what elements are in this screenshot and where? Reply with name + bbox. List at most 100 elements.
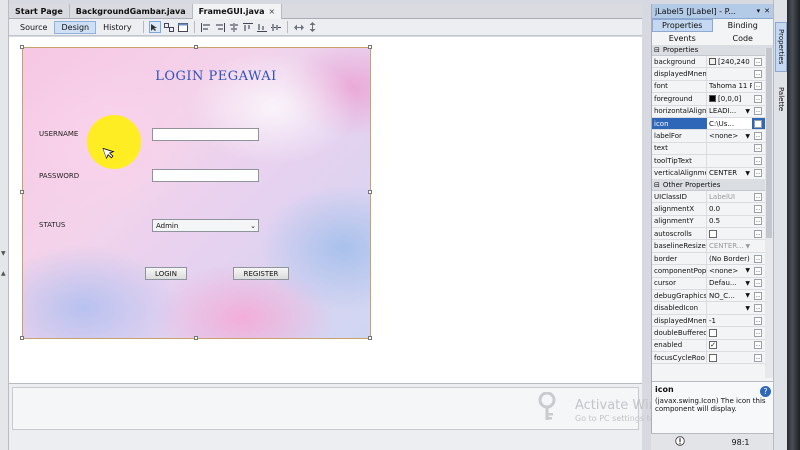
ellipsis-button[interactable]: … bbox=[754, 156, 762, 165]
close-icon[interactable]: × bbox=[269, 7, 276, 16]
jframe-form[interactable]: LOGIN PEGAWAI USERNAME PASSWORD STATUS A… bbox=[22, 47, 371, 339]
connection-mode-icon[interactable] bbox=[163, 21, 175, 33]
property-row[interactable]: baselineResize CENTER... ▼ bbox=[652, 240, 773, 253]
chevron-down-icon[interactable]: ▼ bbox=[745, 280, 750, 287]
scrollbar-thumb[interactable] bbox=[766, 48, 772, 238]
section-properties[interactable]: ⊟ Properties bbox=[652, 45, 773, 56]
resize-handle[interactable] bbox=[368, 45, 372, 49]
chevron-down-icon[interactable]: ▼ bbox=[745, 133, 750, 140]
tab-code[interactable]: Code bbox=[713, 32, 774, 45]
chevron-down-icon[interactable]: ▼ bbox=[745, 267, 750, 274]
ellipsis-button[interactable]: … bbox=[754, 57, 762, 66]
property-row[interactable]: disabledIcon ▼ … bbox=[652, 302, 773, 315]
resize-horizontal-icon[interactable] bbox=[293, 21, 305, 33]
align-right-icon[interactable] bbox=[214, 21, 226, 33]
ellipsis-button[interactable]: … bbox=[754, 316, 762, 325]
ellipsis-button[interactable]: … bbox=[754, 132, 762, 141]
tab-events[interactable]: Events bbox=[652, 32, 713, 45]
expand-arrow-icon[interactable]: ▲ bbox=[1, 270, 6, 277]
ellipsis-button[interactable]: … bbox=[754, 70, 762, 79]
resize-handle[interactable] bbox=[194, 336, 198, 340]
tab-binding[interactable]: Binding bbox=[713, 19, 774, 32]
property-row[interactable]: border (No Border) … bbox=[652, 252, 773, 266]
ellipsis-button[interactable]: … bbox=[754, 82, 762, 91]
collapse-icon[interactable]: ⊟ bbox=[654, 46, 660, 54]
chevron-down-icon[interactable]: ▼ bbox=[745, 292, 750, 299]
property-row[interactable]: displayedMnem -1 … bbox=[652, 314, 773, 328]
tab-frame-gui[interactable]: FrameGUI.java × bbox=[192, 4, 283, 19]
property-row[interactable]: toolTipText … bbox=[652, 155, 773, 168]
chevron-down-icon[interactable]: ▼ bbox=[745, 170, 750, 177]
property-row[interactable]: horizontalAlignm LEADI... ▼ … bbox=[652, 105, 773, 118]
property-row[interactable]: alignmentY 0.5 … bbox=[652, 215, 773, 229]
autoscrolls-checkbox[interactable] bbox=[709, 229, 717, 238]
close-icon[interactable]: ✕ bbox=[764, 7, 770, 15]
align-left-icon[interactable] bbox=[200, 21, 212, 33]
ellipsis-button[interactable]: … bbox=[754, 94, 762, 103]
collapse-icon[interactable]: ⊟ bbox=[654, 181, 660, 189]
password-input[interactable] bbox=[152, 169, 259, 182]
resize-handle[interactable] bbox=[20, 45, 24, 49]
properties-scrollbar[interactable] bbox=[765, 48, 773, 378]
notification-icon[interactable] bbox=[674, 436, 685, 448]
history-view-button[interactable]: History bbox=[96, 21, 138, 34]
selection-mode-icon[interactable] bbox=[148, 21, 161, 33]
design-canvas[interactable]: LOGIN PEGAWAI USERNAME PASSWORD STATUS A… bbox=[9, 37, 642, 383]
enabled-checkbox[interactable]: ✓ bbox=[709, 341, 717, 350]
ellipsis-button[interactable]: … bbox=[754, 217, 762, 226]
section-other-properties[interactable]: ⊟ Other Properties bbox=[652, 179, 773, 191]
ellipsis-button[interactable]: … bbox=[754, 192, 762, 201]
chevron-down-icon[interactable]: ▼ bbox=[745, 108, 750, 115]
resize-handle[interactable] bbox=[20, 336, 24, 340]
help-question-icon[interactable]: ? bbox=[760, 386, 771, 397]
property-row[interactable]: cursor Defau... ▼ … bbox=[652, 277, 773, 291]
property-row[interactable]: autoscrolls … bbox=[652, 228, 773, 241]
property-row-selected[interactable]: icon C:\Us... … bbox=[652, 117, 773, 131]
ellipsis-button[interactable]: … bbox=[754, 291, 762, 300]
login-button[interactable]: LOGIN bbox=[145, 267, 187, 280]
resize-handle[interactable] bbox=[20, 190, 24, 194]
status-select[interactable]: Admin ⌄ bbox=[152, 219, 259, 232]
ellipsis-button[interactable]: … bbox=[754, 353, 762, 362]
resize-handle[interactable] bbox=[368, 336, 372, 340]
property-row[interactable]: alignmentX 0.0 … bbox=[652, 203, 773, 216]
side-tab-palette[interactable]: Palette bbox=[775, 80, 787, 118]
preview-design-icon[interactable] bbox=[177, 21, 189, 33]
ellipsis-button[interactable]: … bbox=[754, 254, 762, 263]
resize-handle[interactable] bbox=[368, 190, 372, 194]
dropdown-icon[interactable]: ▾ bbox=[757, 7, 761, 15]
property-row[interactable]: labelFor <none> ▼ … bbox=[652, 130, 773, 143]
source-view-button[interactable]: Source bbox=[13, 21, 54, 34]
align-bottom-icon[interactable] bbox=[256, 21, 268, 33]
property-row[interactable]: text … bbox=[652, 142, 773, 156]
center-vertical-icon[interactable] bbox=[270, 21, 282, 33]
ellipsis-button[interactable]: … bbox=[754, 204, 762, 213]
ellipsis-button[interactable]: … bbox=[754, 328, 762, 337]
ellipsis-button[interactable]: … bbox=[754, 341, 762, 350]
tab-background-gambar[interactable]: BackgroundGambar.java bbox=[70, 4, 193, 19]
username-input[interactable] bbox=[152, 128, 259, 141]
property-row[interactable]: enabled ✓ … bbox=[652, 339, 773, 352]
property-row[interactable]: focusCycleRoo … bbox=[652, 351, 773, 365]
ellipsis-button[interactable]: … bbox=[754, 107, 762, 116]
property-row[interactable]: foreground [0,0,0] … bbox=[652, 93, 773, 106]
double-buffered-checkbox[interactable] bbox=[709, 328, 717, 337]
center-horizontal-icon[interactable] bbox=[228, 21, 240, 33]
tab-properties[interactable]: Properties bbox=[652, 19, 713, 32]
ellipsis-button[interactable]: … bbox=[754, 119, 762, 128]
side-tab-properties[interactable]: Properties bbox=[775, 22, 787, 72]
focus-cycle-root-checkbox[interactable] bbox=[709, 353, 717, 362]
resize-handle[interactable] bbox=[194, 45, 198, 49]
property-row[interactable]: componentPopu <none> ▼ … bbox=[652, 265, 773, 278]
design-view-button[interactable]: Design bbox=[54, 20, 97, 34]
align-top-icon[interactable] bbox=[242, 21, 254, 33]
ellipsis-button[interactable]: … bbox=[754, 279, 762, 288]
ellipsis-button[interactable]: … bbox=[754, 169, 762, 178]
property-row[interactable]: debugGraphics NO_C... ▼ … bbox=[652, 290, 773, 303]
property-row[interactable]: doubleBuffered … bbox=[652, 327, 773, 340]
property-row[interactable]: verticalAlignme CENTER ▼ … bbox=[652, 167, 773, 180]
property-row[interactable]: font Tahoma 11 P … bbox=[652, 80, 773, 94]
property-row[interactable]: UIClassID LabelUI … bbox=[652, 190, 773, 204]
chevron-down-icon[interactable]: ▼ bbox=[745, 305, 750, 312]
register-button[interactable]: REGISTER bbox=[233, 267, 289, 280]
